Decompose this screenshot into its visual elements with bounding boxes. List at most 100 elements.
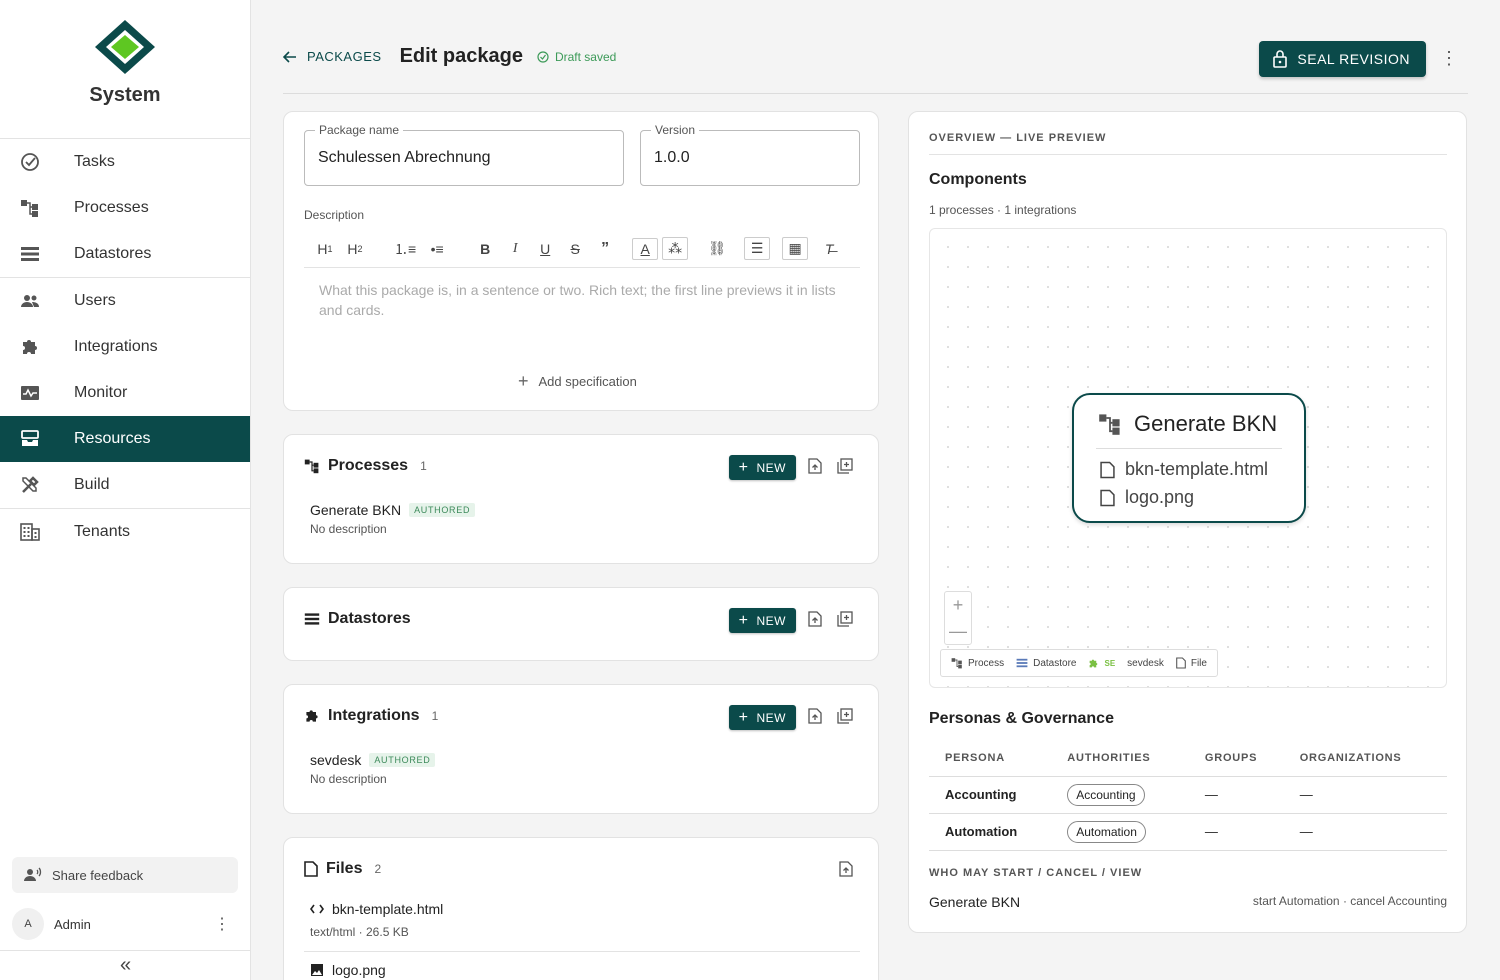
feedback-icon	[24, 867, 42, 883]
authority-chip[interactable]: Automation	[1067, 820, 1146, 843]
sidebar-item-tenants[interactable]: Tenants	[0, 509, 250, 555]
puzzle-icon	[1088, 658, 1099, 669]
file-name: logo.png	[332, 962, 386, 978]
bold-button[interactable]: B	[476, 241, 494, 257]
section-title: Integrations	[328, 707, 420, 724]
field-label: Version	[651, 123, 700, 137]
highlight-icon[interactable]: ⁂	[662, 237, 689, 260]
user-menu[interactable]: A Admin ⋮	[12, 907, 238, 941]
quote-icon[interactable]: ”	[596, 240, 614, 258]
seal-revision-button[interactable]: SEAL REVISION	[1259, 41, 1426, 77]
text-color-icon[interactable]: A	[632, 237, 659, 260]
puzzle-icon	[304, 708, 320, 724]
back-label: PACKAGES	[307, 49, 382, 64]
avatar: A	[12, 908, 44, 940]
bullet-list-icon[interactable]: •≡	[428, 241, 446, 257]
list-item[interactable]: sevdesk AUTHORED	[310, 752, 436, 768]
table-row[interactable]: Automation Automation — —	[929, 813, 1447, 851]
version-field[interactable]: Version 1.0.0	[640, 123, 860, 186]
puzzle-icon	[20, 337, 40, 357]
legend-process: Process	[951, 657, 1004, 669]
align-icon[interactable]: ☰	[744, 237, 771, 260]
upload-file-icon[interactable]	[808, 458, 822, 474]
legend-label: Datastore	[1033, 657, 1077, 669]
personas-title: Personas & Governance	[929, 710, 1114, 727]
sidebar-item-label: Processes	[74, 199, 149, 216]
file-icon	[1176, 657, 1186, 669]
zoom-out-button[interactable]: —	[949, 621, 967, 642]
rich-text-toolbar: H1 H2 ⒈≡ •≡ B I U S ” A ⁂ ⛓ ☰ ▦ T̶	[304, 230, 860, 268]
sidebar-item-tasks[interactable]: Tasks	[0, 139, 250, 185]
file-icon	[1100, 489, 1115, 507]
personas-table: PERSONA AUTHORITIES GROUPS ORGANIZATIONS…	[929, 740, 1447, 851]
heading2-button[interactable]: H2	[346, 241, 364, 257]
list-item[interactable]: bkn-template.html	[310, 901, 443, 917]
authority-chip[interactable]: Accounting	[1067, 783, 1145, 806]
ordered-list-icon[interactable]: ⒈≡	[394, 239, 416, 259]
zoom-in-button[interactable]: +	[953, 595, 964, 616]
sidebar-item-processes[interactable]: Processes	[0, 185, 250, 231]
brand: System	[0, 0, 250, 139]
new-integration-button[interactable]: + NEW	[728, 705, 796, 730]
collapse-sidebar-button[interactable]: «	[0, 950, 251, 980]
italic-button[interactable]: I	[506, 241, 524, 257]
groups-cell: —	[1188, 813, 1284, 851]
item-description: No description	[310, 522, 387, 536]
upload-file-icon[interactable]	[839, 861, 853, 877]
section-header: Datastores	[304, 610, 411, 628]
sidebar-item-datastores[interactable]: Datastores	[0, 231, 250, 277]
legend-file: File	[1176, 657, 1207, 669]
upload-file-icon[interactable]	[808, 611, 822, 627]
column-header: AUTHORITIES	[1051, 740, 1189, 777]
description-label: Description	[304, 208, 365, 222]
app-name: System	[89, 84, 161, 106]
new-process-button[interactable]: + NEW	[728, 455, 796, 480]
building-icon	[20, 522, 40, 542]
more-vertical-icon[interactable]: ⋮	[1440, 48, 1458, 69]
link-icon[interactable]: ⛓	[708, 240, 726, 257]
add-specification-button[interactable]: + Add specification	[518, 371, 637, 392]
sidebar-item-monitor[interactable]: Monitor	[0, 370, 250, 416]
plus-icon: +	[518, 371, 529, 391]
persona-name: Accounting	[929, 776, 1052, 814]
sidebar-item-users[interactable]: Users	[0, 278, 250, 324]
table-icon[interactable]: ▦	[782, 237, 809, 260]
sidebar-item-build[interactable]: Build	[0, 462, 250, 508]
share-feedback-button[interactable]: Share feedback	[12, 857, 238, 893]
section-title: Files	[326, 860, 363, 877]
sidebar-item-integrations[interactable]: Integrations	[0, 324, 250, 370]
new-datastore-button[interactable]: + NEW	[728, 608, 796, 633]
strikethrough-button[interactable]: S	[566, 241, 584, 257]
sidebar-item-label: Monitor	[74, 384, 128, 401]
clear-format-icon[interactable]: T̶	[820, 241, 838, 257]
upload-file-icon[interactable]	[808, 708, 822, 724]
section-count: 1	[431, 709, 439, 723]
list-item[interactable]: logo.png	[310, 962, 386, 978]
list-item[interactable]: Generate BKN AUTHORED	[310, 502, 476, 518]
table-row[interactable]: Accounting Accounting — —	[929, 776, 1447, 814]
permission-row: Generate BKN start Automation · cancel A…	[929, 894, 1447, 910]
legend-datastore: Datastore	[1016, 657, 1076, 669]
process-node[interactable]: Generate BKN bkn-template.html logo.png	[1072, 393, 1306, 523]
description-editor[interactable]: What this package is, in a sentence or t…	[319, 280, 839, 320]
add-copy-icon[interactable]	[837, 458, 853, 474]
item-description: No description	[310, 772, 387, 786]
sidebar-item-resources[interactable]: Resources	[0, 416, 250, 462]
package-name-field[interactable]: Package name Schulessen Abrechnung	[304, 123, 624, 186]
more-vertical-icon[interactable]: ⋮	[214, 914, 230, 934]
back-to-packages-link[interactable]: PACKAGES	[283, 49, 382, 64]
add-copy-icon[interactable]	[837, 611, 853, 627]
groups-cell: —	[1188, 776, 1284, 814]
process-name: Generate BKN	[310, 502, 402, 518]
diagram-canvas[interactable]: Generate BKN bkn-template.html logo.png …	[929, 228, 1447, 688]
add-copy-icon[interactable]	[837, 708, 853, 724]
sidebar-item-label: Users	[74, 292, 116, 309]
zoom-controls: + —	[944, 591, 972, 645]
sidebar-item-label: Build	[74, 476, 110, 493]
underline-button[interactable]: U	[536, 241, 554, 257]
new-label: NEW	[756, 460, 786, 475]
files-card: Files 2 bkn-template.html text/html · 26…	[283, 837, 879, 980]
heading1-button[interactable]: H1	[316, 241, 334, 257]
plus-icon: +	[738, 611, 749, 629]
sidebar-item-label: Tasks	[74, 153, 115, 170]
